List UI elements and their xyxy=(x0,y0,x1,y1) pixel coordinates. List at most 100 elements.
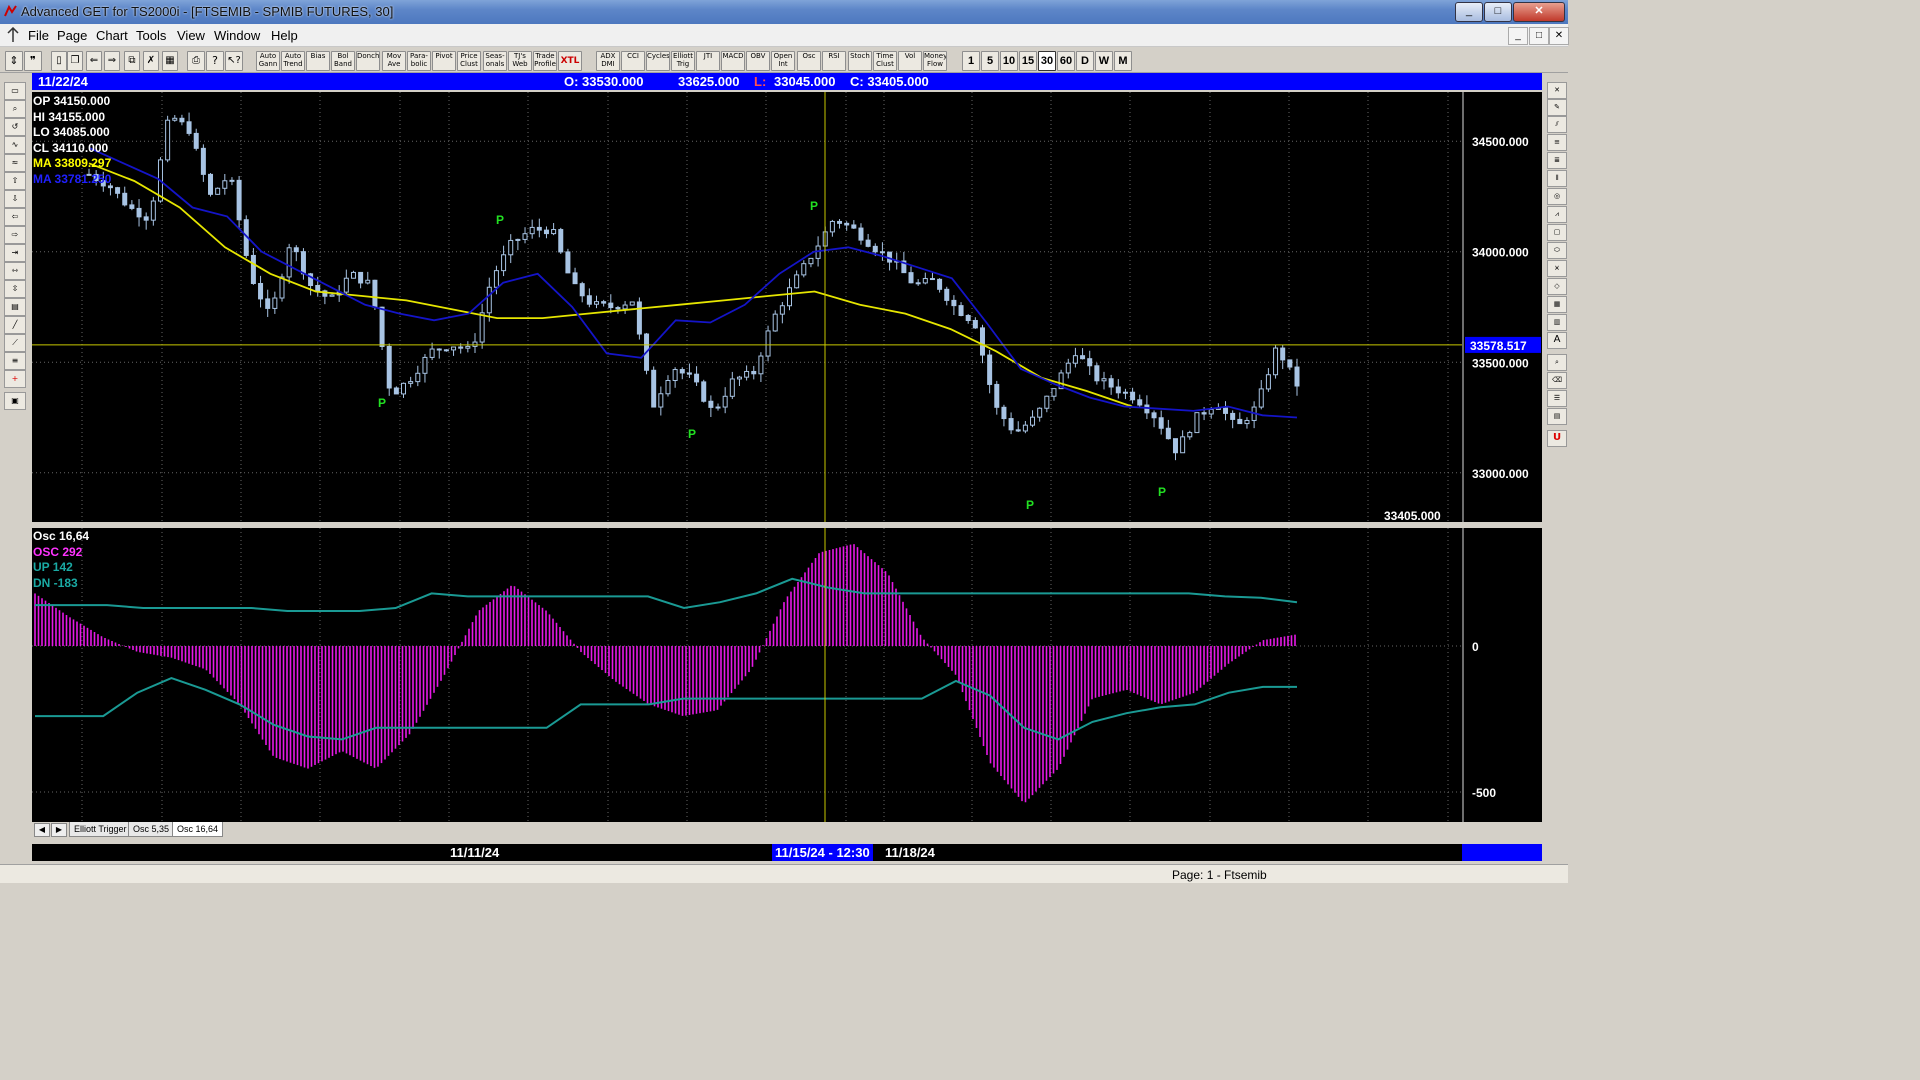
oscillator-pane[interactable]: 0 -500 Osc 16,64 OSC 292 UP 142 DN -183 xyxy=(32,528,1542,822)
grid-tool-icon[interactable]: ▦ xyxy=(1547,296,1567,313)
crosshair-icon[interactable]: + xyxy=(4,370,26,388)
forward-icon[interactable]: ⇒ xyxy=(104,51,120,71)
oscillator-chart[interactable]: 0 -500 xyxy=(32,528,1542,822)
menu-file[interactable]: File xyxy=(28,28,49,43)
study-button-donch[interactable]: Donch xyxy=(356,51,380,71)
study-button-time-clust[interactable]: Time Clust xyxy=(873,51,897,71)
study-button-elliott-trig[interactable]: Elliott Trig xyxy=(671,51,695,71)
menu-window[interactable]: Window xyxy=(214,28,260,43)
study-icon[interactable]: ∿ xyxy=(4,136,26,154)
compress-icon[interactable]: ⇥ xyxy=(4,244,26,262)
study-button-auto-trend[interactable]: Auto Trend xyxy=(281,51,305,71)
study-button-osc[interactable]: Osc xyxy=(797,51,821,71)
close-button[interactable]: ✕ xyxy=(1513,2,1565,22)
print-icon[interactable]: ⎙ xyxy=(187,51,205,71)
study-button-adx-dmi[interactable]: ADX DMI xyxy=(596,51,620,71)
tab-elliott-trigger[interactable]: Elliott Trigger xyxy=(69,822,132,837)
new-page-icon[interactable]: ▯ xyxy=(51,51,67,71)
clone-icon[interactable]: ⧉ xyxy=(124,51,140,71)
study-button-bol-band[interactable]: Bol Band xyxy=(331,51,355,71)
circle-icon[interactable]: ◎ xyxy=(1547,188,1567,205)
box-icon[interactable]: ▢ xyxy=(1547,224,1567,241)
study-button-money-flow[interactable]: Money Flow xyxy=(923,51,947,71)
reset-icon[interactable]: ↺ xyxy=(4,118,26,136)
study-button-tj-s-web[interactable]: TJ's Web xyxy=(508,51,532,71)
pointer-tool-icon[interactable]: ⇕ xyxy=(5,51,23,71)
back-icon[interactable]: ⇐ xyxy=(86,51,102,71)
interval-button-60[interactable]: 60 xyxy=(1057,51,1075,71)
fan-icon[interactable]: ⩘ xyxy=(1547,206,1567,223)
tab-prev-icon[interactable]: ◀ xyxy=(34,823,50,837)
channel-icon[interactable]: ⫽ xyxy=(1547,116,1567,133)
elliott-icon[interactable]: ≈ xyxy=(4,154,26,172)
study-button-xtl[interactable]: XTL xyxy=(558,51,582,71)
magnet-icon[interactable]: U xyxy=(1547,430,1567,447)
table-icon[interactable]: ▤ xyxy=(4,298,26,316)
study-button-pivot[interactable]: Pivot xyxy=(432,51,456,71)
context-help-icon[interactable]: ↖? xyxy=(225,51,243,71)
close-tool-icon[interactable]: ✕ xyxy=(1547,82,1567,99)
menu-help[interactable]: Help xyxy=(271,28,298,43)
study-button-macd[interactable]: MACD xyxy=(721,51,745,71)
vertical-expand-icon[interactable]: ⇳ xyxy=(4,280,26,298)
expand-icon[interactable]: ⇿ xyxy=(4,262,26,280)
interval-button-1[interactable]: 1 xyxy=(962,51,980,71)
document-icon[interactable] xyxy=(6,27,20,43)
study-button-rsi[interactable]: RSI xyxy=(822,51,846,71)
interval-button-10[interactable]: 10 xyxy=(1000,51,1018,71)
fib-retracement-icon[interactable]: ≡ xyxy=(1547,134,1567,151)
pattern-icon[interactable]: ⩙ xyxy=(1547,260,1567,277)
interval-button-m[interactable]: M xyxy=(1114,51,1132,71)
tab-osc-16-64[interactable]: Osc 16,64 xyxy=(172,822,224,837)
arrow-left-icon[interactable]: ⇦ xyxy=(4,208,26,226)
ellipse-icon[interactable]: ⬭ xyxy=(1547,242,1567,259)
study-button-mov-ave[interactable]: Mov Ave xyxy=(382,51,406,71)
grid-icon[interactable]: ▦ xyxy=(162,51,178,71)
study-button-auto-gann[interactable]: Auto Gann xyxy=(256,51,280,71)
quote-icon[interactable]: ❞ xyxy=(24,51,42,71)
mob-icon[interactable]: ▥ xyxy=(1547,314,1567,331)
mdi-close-button[interactable]: ✕ xyxy=(1549,27,1569,45)
study-button-bias[interactable]: Bias xyxy=(306,51,330,71)
interval-button-15[interactable]: 15 xyxy=(1019,51,1037,71)
text-tool-icon[interactable]: A xyxy=(1547,332,1567,349)
lines-icon[interactable]: ╱ xyxy=(4,316,26,334)
zoom-icon[interactable]: ⌕ xyxy=(4,100,26,118)
copy-icon[interactable]: ❐ xyxy=(67,51,83,71)
study-button-vol[interactable]: Vol xyxy=(898,51,922,71)
mdi-restore-button[interactable]: □ xyxy=(1529,27,1549,45)
study-button-cci[interactable]: CCI xyxy=(621,51,645,71)
menu-view[interactable]: View xyxy=(177,28,205,43)
arrow-up-icon[interactable]: ⇧ xyxy=(4,172,26,190)
tab-next-icon[interactable]: ▶ xyxy=(51,823,67,837)
study-button-obv[interactable]: OBV xyxy=(746,51,770,71)
study-button-open-int[interactable]: Open Int xyxy=(771,51,795,71)
price-chart-pane[interactable]: 34500.000 34000.000 33500.000 33000.000 3357… xyxy=(32,92,1542,523)
study-button-para-bolic[interactable]: Para-bolic xyxy=(407,51,431,71)
arrow-down-icon[interactable]: ⇩ xyxy=(4,190,26,208)
interval-button-30[interactable]: 30 xyxy=(1038,51,1056,71)
settings-icon[interactable]: ▣ xyxy=(4,392,26,410)
interval-button-d[interactable]: D xyxy=(1076,51,1094,71)
fib-icon[interactable]: ≡ xyxy=(4,352,26,370)
report-icon[interactable]: ▤ xyxy=(1547,408,1567,425)
fib-time-icon[interactable]: ⦀ xyxy=(1547,170,1567,187)
pti-icon[interactable]: ◇ xyxy=(1547,278,1567,295)
pencil-icon[interactable]: ✎ xyxy=(1547,99,1567,116)
menu-chart[interactable]: Chart xyxy=(96,28,128,43)
study-button-jti[interactable]: JTI xyxy=(696,51,720,71)
arrow-right-icon[interactable]: ⇨ xyxy=(4,226,26,244)
gann-icon[interactable]: ⟋ xyxy=(4,334,26,352)
fib-extension-icon[interactable]: ≣ xyxy=(1547,152,1567,169)
maximize-button[interactable]: □ xyxy=(1484,2,1512,22)
menu-tools[interactable]: Tools xyxy=(136,28,166,43)
menu-page[interactable]: Page xyxy=(57,28,87,43)
eraser-icon[interactable]: ⌫ xyxy=(1547,372,1567,389)
tab-osc-5-35[interactable]: Osc 5,35 xyxy=(128,822,175,837)
delete-icon[interactable]: ✗ xyxy=(143,51,159,71)
price-chart[interactable]: 34500.000 34000.000 33500.000 33000.000 3357… xyxy=(32,92,1542,523)
mdi-minimize-button[interactable]: _ xyxy=(1508,27,1528,45)
open-folder-icon[interactable]: ▭ xyxy=(4,82,26,100)
interval-button-5[interactable]: 5 xyxy=(981,51,999,71)
study-button-seas-onals[interactable]: Seas-onals xyxy=(483,51,507,71)
